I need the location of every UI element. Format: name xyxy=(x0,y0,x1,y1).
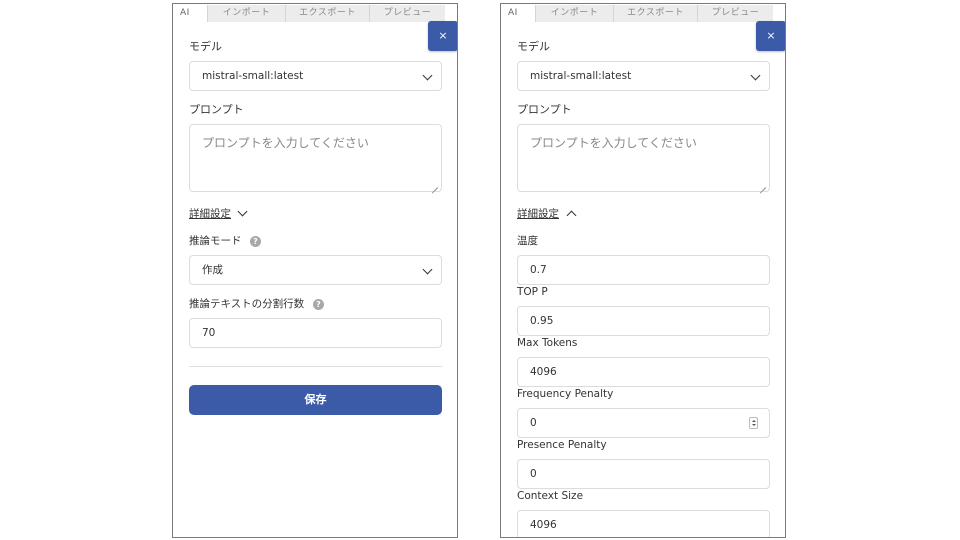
presence-penalty-value: 0 xyxy=(530,468,537,480)
model-select[interactable]: mistral-small:latest xyxy=(517,61,770,91)
max-tokens-value: 4096 xyxy=(530,366,557,378)
model-value: mistral-small:latest xyxy=(530,70,632,82)
split-lines-label: 推論テキストの分割行数 xyxy=(189,298,305,310)
frequency-penalty-label: Frequency Penalty xyxy=(517,388,614,400)
prompt-label: プロンプト xyxy=(189,103,244,116)
presence-penalty-input[interactable]: 0 xyxy=(517,459,770,489)
temperature-label: 温度 xyxy=(517,235,538,247)
context-size-value: 4096 xyxy=(530,519,557,531)
inference-mode-value: 作成 xyxy=(202,264,223,276)
prompt-placeholder: プロンプトを入力してください xyxy=(202,136,369,150)
inference-mode-select[interactable]: 作成 xyxy=(189,255,442,285)
chevron-down-icon xyxy=(422,264,433,275)
tab-preview[interactable]: プレビュー xyxy=(698,5,773,22)
help-icon[interactable]: ? xyxy=(250,236,261,247)
temperature-input[interactable]: 0.7 xyxy=(517,255,770,285)
number-spinner-icon[interactable] xyxy=(749,417,758,429)
prompt-placeholder: プロンプトを入力してください xyxy=(530,136,697,150)
prompt-textarea[interactable]: プロンプトを入力してください xyxy=(517,124,770,192)
help-icon[interactable]: ? xyxy=(313,299,324,310)
close-button[interactable]: × xyxy=(428,21,457,51)
context-size-input[interactable]: 4096 xyxy=(517,510,770,537)
chevron-down-icon xyxy=(422,70,433,81)
tab-bar: AI インポート エクスポート プレビュー xyxy=(501,5,773,22)
inference-mode-label: 推論モード xyxy=(189,235,242,247)
advanced-settings-toggle[interactable]: 詳細設定 xyxy=(517,207,559,221)
temperature-value: 0.7 xyxy=(530,264,547,276)
tab-ai[interactable]: AI xyxy=(501,5,536,22)
context-size-label: Context Size xyxy=(517,490,584,502)
frequency-penalty-input[interactable]: 0 xyxy=(517,408,770,438)
save-button[interactable]: 保存 xyxy=(189,385,442,415)
tab-export[interactable]: エクスポート xyxy=(286,5,370,22)
model-label: モデル xyxy=(517,40,550,53)
model-select[interactable]: mistral-small:latest xyxy=(189,61,442,91)
tab-bar: AI インポート エクスポート プレビュー xyxy=(173,5,445,22)
frequency-penalty-value: 0 xyxy=(530,417,537,429)
tab-export[interactable]: エクスポート xyxy=(614,5,698,22)
chevron-up-icon[interactable] xyxy=(566,210,577,221)
close-icon: × xyxy=(438,29,448,42)
close-button[interactable]: × xyxy=(756,21,785,51)
max-tokens-label: Max Tokens xyxy=(517,337,578,349)
top-p-input[interactable]: 0.95 xyxy=(517,306,770,336)
split-lines-input[interactable]: 70 xyxy=(189,318,442,348)
tab-import[interactable]: インポート xyxy=(536,5,614,22)
model-value: mistral-small:latest xyxy=(202,70,304,82)
presence-penalty-label: Presence Penalty xyxy=(517,439,607,451)
settings-panel-collapsed: AI インポート エクスポート プレビュー × モデル mistral-smal… xyxy=(172,3,458,538)
advanced-settings-toggle[interactable]: 詳細設定 xyxy=(189,207,231,221)
top-p-value: 0.95 xyxy=(530,315,554,327)
chevron-down-icon[interactable] xyxy=(237,206,248,217)
tab-import[interactable]: インポート xyxy=(208,5,286,22)
close-icon: × xyxy=(766,29,776,42)
resize-grip-icon[interactable] xyxy=(432,182,438,188)
chevron-down-icon xyxy=(750,70,761,81)
tab-preview[interactable]: プレビュー xyxy=(370,5,445,22)
top-p-label: TOP P xyxy=(517,286,548,298)
model-label: モデル xyxy=(189,40,222,53)
prompt-textarea[interactable]: プロンプトを入力してください xyxy=(189,124,442,192)
resize-grip-icon[interactable] xyxy=(760,182,766,188)
settings-panel-expanded: AI インポート エクスポート プレビュー × モデル mistral-smal… xyxy=(500,3,786,538)
split-lines-value: 70 xyxy=(202,327,216,339)
tab-ai[interactable]: AI xyxy=(173,5,208,22)
prompt-label: プロンプト xyxy=(517,103,572,116)
max-tokens-input[interactable]: 4096 xyxy=(517,357,770,387)
divider xyxy=(189,366,442,367)
